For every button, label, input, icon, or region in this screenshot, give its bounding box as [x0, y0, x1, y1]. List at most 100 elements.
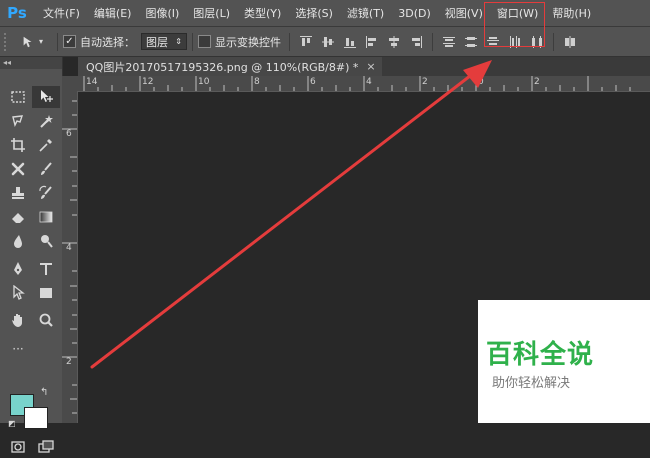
watermark-panel: 百科全说 助你轻松解决 — [478, 300, 650, 423]
distribute-hcenter-button[interactable] — [526, 31, 548, 53]
align-vertical-center-icon — [322, 36, 334, 47]
path-selection-tool[interactable] — [4, 282, 32, 304]
menu-type[interactable]: 类型(Y) — [237, 0, 288, 26]
more-tools-button[interactable]: ··· — [4, 338, 32, 360]
lasso-icon — [12, 115, 24, 128]
align-right-icon — [412, 35, 422, 48]
background-color-swatch[interactable] — [24, 407, 48, 429]
horizontal-ruler-ticks — [83, 76, 631, 91]
zoom-tool[interactable] — [32, 309, 60, 331]
options-grip[interactable] — [4, 32, 12, 51]
document-tab[interactable]: QQ图片20170517195326.png @ 110%(RGB/8#) * … — [78, 57, 382, 76]
type-tool[interactable] — [32, 258, 60, 280]
distribute-right-icon — [565, 35, 575, 48]
clone-stamp-tool[interactable] — [4, 182, 32, 204]
rectangle-tool[interactable] — [32, 282, 60, 304]
menu-edit[interactable]: 编辑(E) — [87, 0, 139, 26]
updown-icon: ⇕ — [175, 37, 182, 46]
ruler-label: 4 — [66, 243, 72, 253]
menu-image[interactable]: 图像(I) — [138, 0, 186, 26]
blur-tool[interactable] — [4, 230, 32, 252]
clone-stamp-icon — [12, 187, 24, 199]
ruler-label: 14 — [86, 77, 98, 87]
eyedropper-tool[interactable] — [32, 134, 60, 156]
magic-wand-tool[interactable] — [32, 110, 60, 132]
pen-tool[interactable] — [4, 258, 32, 280]
hand-icon — [12, 314, 22, 327]
menu-filter[interactable]: 滤镜(T) — [340, 0, 391, 26]
hand-tool[interactable] — [4, 309, 32, 331]
align-bottom-button[interactable] — [339, 31, 361, 53]
history-brush-tool[interactable] — [32, 182, 60, 204]
align-hcenter-button[interactable] — [383, 31, 405, 53]
distribute-left-button[interactable] — [504, 31, 526, 53]
ruler-origin[interactable] — [62, 76, 78, 91]
crop-tool[interactable] — [4, 134, 32, 156]
default-colors-icon[interactable]: ◩ — [8, 419, 16, 428]
brush-tool[interactable] — [32, 158, 60, 180]
ruler-label: 12 — [142, 77, 154, 87]
horizontal-ruler[interactable]: 14 12 10 8 6 4 2 0 2 — [78, 76, 650, 92]
divider — [57, 32, 58, 51]
menu-help[interactable]: 帮助(H) — [545, 0, 598, 26]
close-icon[interactable]: × — [366, 60, 375, 73]
lasso-tool[interactable] — [4, 110, 32, 132]
tools-panel-collapse-icon[interactable]: ◂◂ — [0, 57, 62, 69]
rectangle-shape-icon — [40, 288, 52, 298]
align-vcenter-button[interactable] — [317, 31, 339, 53]
ruler-label: 6 — [310, 77, 316, 87]
crop-icon — [11, 138, 25, 152]
distribute-bottom-button[interactable] — [482, 31, 504, 53]
screen-mode-button[interactable] — [32, 436, 60, 458]
menu-file[interactable]: 文件(F) — [36, 0, 87, 26]
auto-select-label: 自动选择： — [80, 35, 135, 49]
marquee-tool[interactable] — [4, 86, 32, 108]
menu-select[interactable]: 选择(S) — [288, 0, 340, 26]
auto-select-dropdown[interactable]: 图层 ⇕ — [141, 33, 187, 50]
chevron-down-icon: ▾ — [38, 37, 43, 46]
ruler-label: 4 — [366, 77, 372, 87]
show-transform-checkbox[interactable] — [198, 35, 211, 48]
ruler-label: 10 — [198, 77, 210, 87]
distribute-bottom-icon — [487, 36, 499, 47]
distribute-top-icon — [443, 36, 455, 47]
healing-brush-tool[interactable] — [4, 158, 32, 180]
options-bar: ▾ ✓ 自动选择： 图层 ⇕ 显示变换控件 — [0, 27, 650, 57]
gradient-tool[interactable] — [32, 206, 60, 228]
eraser-icon — [12, 213, 24, 223]
blur-drop-icon — [14, 235, 22, 248]
align-left-button[interactable] — [361, 31, 383, 53]
ruler-label: 2 — [66, 357, 72, 367]
auto-select-checkbox[interactable]: ✓ — [63, 35, 76, 48]
ruler-label: 8 — [254, 77, 260, 87]
document-tab-bar: QQ图片20170517195326.png @ 110%(RGB/8#) * … — [78, 57, 650, 76]
menu-view[interactable]: 视图(V) — [438, 0, 490, 26]
path-selection-icon — [13, 285, 25, 300]
align-right-button[interactable] — [405, 31, 427, 53]
ellipsis-icon: ··· — [12, 342, 24, 356]
menu-layer[interactable]: 图层(L) — [186, 0, 237, 26]
distribute-vcenter-button[interactable] — [460, 31, 482, 53]
move-tool-icon — [41, 90, 53, 102]
align-top-icon — [300, 35, 312, 46]
eraser-tool[interactable] — [4, 206, 32, 228]
rectangular-marquee-icon — [11, 91, 25, 103]
menu-3d[interactable]: 3D(D) — [391, 0, 438, 26]
move-tool[interactable] — [32, 86, 60, 108]
dodge-tool[interactable] — [32, 230, 60, 252]
distribute-top-button[interactable] — [438, 31, 460, 53]
align-top-button[interactable] — [295, 31, 317, 53]
menu-window[interactable]: 窗口(W) — [490, 0, 545, 26]
auto-select-value: 图层 — [146, 35, 168, 49]
vertical-ruler[interactable]: 6 4 2 — [62, 91, 78, 423]
watermark-subtitle: 助你轻松解决 — [492, 376, 571, 391]
magic-wand-icon — [40, 115, 53, 128]
brush-icon — [41, 162, 52, 175]
distribute-left-icon — [510, 35, 520, 48]
quick-mask-icon — [11, 441, 25, 453]
quick-mask-button[interactable] — [4, 436, 32, 458]
tool-preset-picker[interactable]: ▾ — [12, 31, 52, 53]
swap-colors-icon[interactable]: ↰ — [40, 387, 48, 398]
distribute-right-button[interactable] — [559, 31, 581, 53]
align-left-icon — [366, 35, 376, 48]
